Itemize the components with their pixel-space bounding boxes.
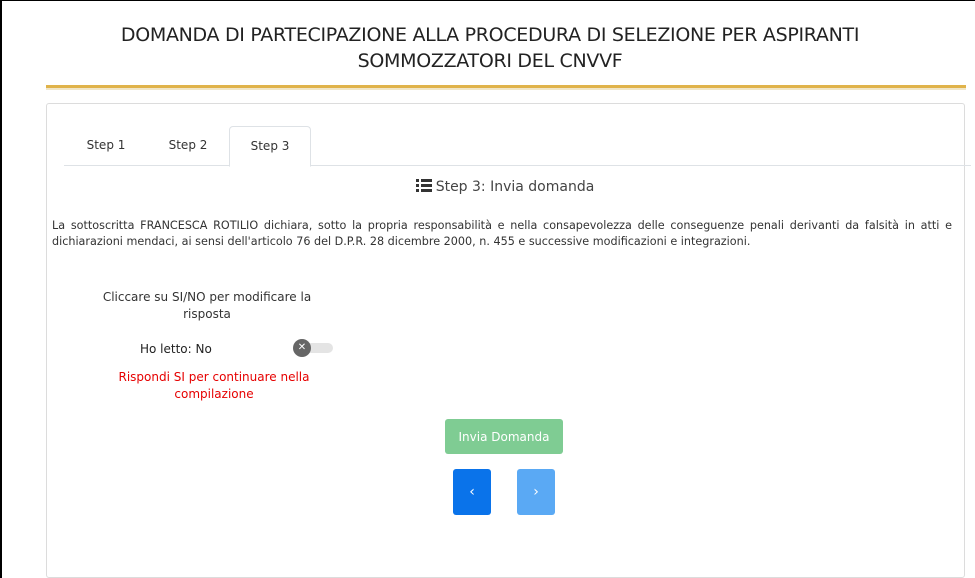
form-card [46,103,965,578]
window-border-left [0,0,2,578]
page-title-line2: SOMMOZZATORI DEL CNVVF [357,50,623,72]
close-icon: ✕ [293,339,311,357]
declaration-text: La sottoscritta FRANCESCA ROTILIO dichia… [52,219,952,248]
page-title-line1: DOMANDA DI PARTECIPAZIONE ALLA PROCEDURA… [120,24,860,46]
read-toggle-label: Ho letto: No [140,342,212,356]
tab-step-1[interactable]: Step 1 [64,126,148,166]
tab-step-3[interactable]: Step 3 [229,126,311,167]
title-divider-shadow [46,88,966,90]
step-tabs: Step 1 Step 2 Step 3 [64,126,971,167]
step-heading: Step 3: Invia domanda [0,179,975,196]
list-icon [415,179,432,196]
next-step-button[interactable]: › [517,469,555,515]
submit-application-button[interactable]: Invia Domanda [445,419,563,454]
page-title: DOMANDA DI PARTECIPAZIONE ALLA PROCEDURA… [40,22,940,74]
window-border-top [0,0,975,1]
step-heading-text: Step 3: Invia domanda [435,179,595,195]
toggle-hint: Cliccare su SI/NO per modificare la risp… [102,290,312,321]
tab-step-2[interactable]: Step 2 [148,126,228,166]
read-toggle-switch[interactable]: ✕ [293,339,333,357]
error-message: Rispondi SI per continuare nella compila… [118,370,310,401]
previous-step-button[interactable]: ‹ [453,469,491,515]
